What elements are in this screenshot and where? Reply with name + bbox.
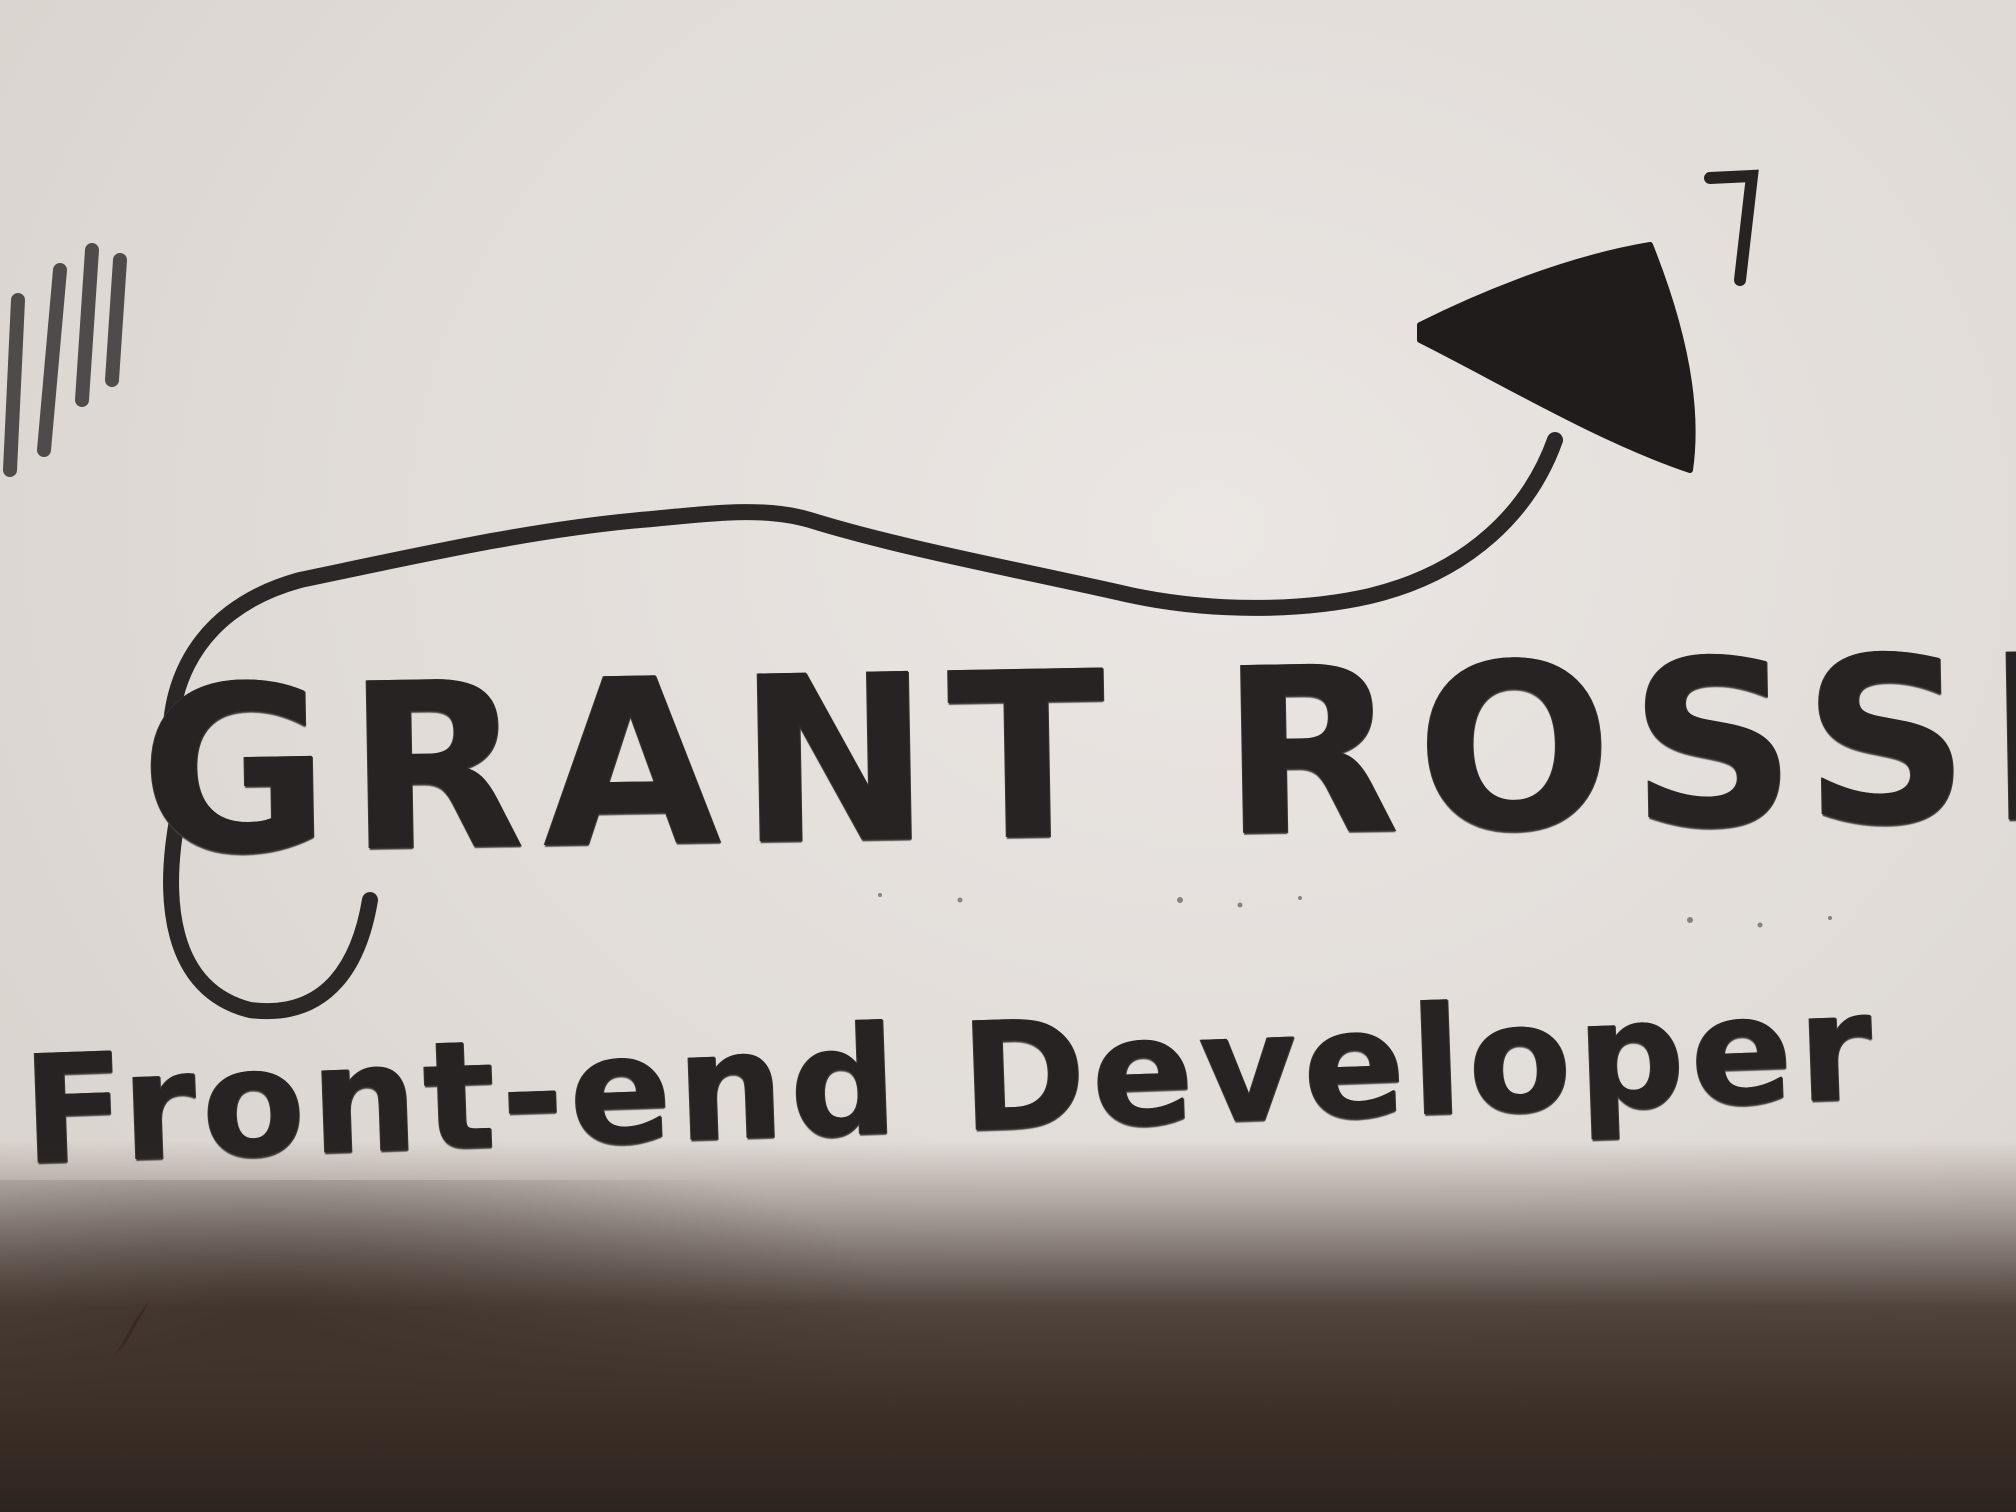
ink-specks: [878, 893, 1832, 928]
logo-name: GRANT ROSSI: [138, 605, 2016, 907]
bottom-shadow: [0, 1140, 2016, 1512]
sketch-paper: GRANT ROSSI Front-end Developer: [0, 0, 2016, 1512]
tick-mark: [1704, 169, 1759, 286]
stray-marks: [3, 243, 127, 477]
